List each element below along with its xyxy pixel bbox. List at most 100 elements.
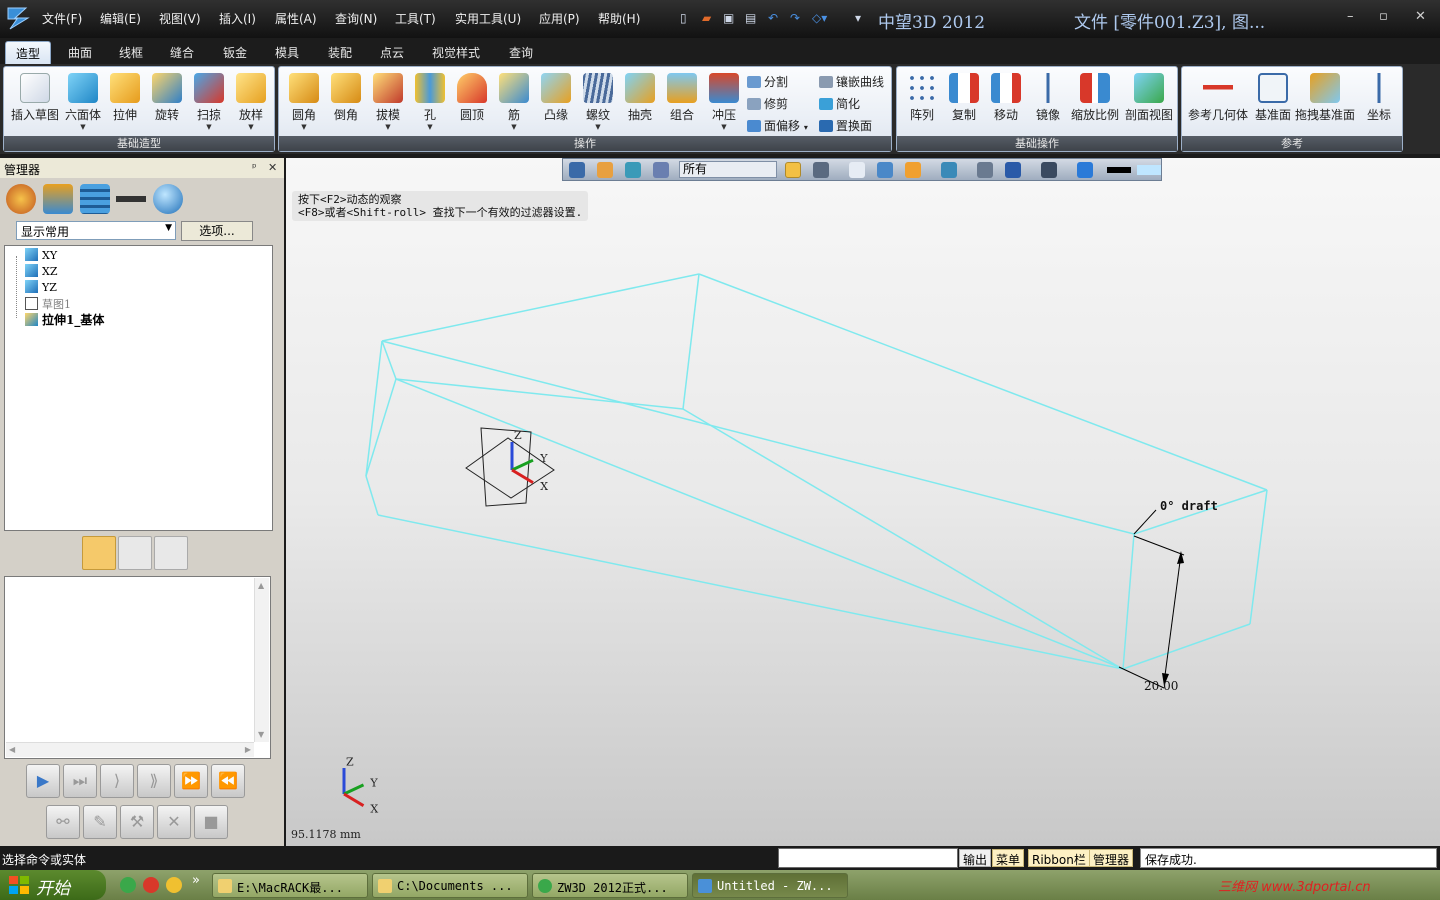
move-button[interactable]: 移动 (983, 73, 1029, 123)
layers-icon[interactable] (80, 184, 110, 214)
menu-inquire[interactable]: 查询(N) (335, 10, 377, 27)
fillet-button[interactable]: 圆角 ▼ (281, 73, 327, 131)
thread-button[interactable]: 螺纹 ▼ (575, 73, 621, 131)
coordinate-button[interactable]: 坐标 (1356, 73, 1402, 123)
reference-geometry-button[interactable]: 参考几何体 (1186, 73, 1250, 123)
options-button[interactable]: 选项... (181, 221, 253, 241)
rib-button[interactable]: 筋 ▼ (491, 73, 537, 131)
menu-edit[interactable]: 编辑(E) (100, 10, 141, 27)
browser-quicklaunch-icon[interactable] (120, 877, 136, 893)
rollback-button[interactable]: ⚒ (120, 805, 154, 839)
face-offset-button[interactable]: 面偏移 ▾ (747, 117, 808, 134)
view-cube-icon[interactable]: ◇▾ (812, 11, 827, 25)
display-icon[interactable] (1041, 162, 1057, 178)
view-cube-icon[interactable] (813, 162, 829, 178)
suppress-button[interactable]: ■ (194, 805, 228, 839)
customize-toolbar-icon[interactable]: ▾ (855, 11, 861, 25)
tab-sew[interactable]: 缝合 (170, 44, 194, 61)
zoom-fit-icon[interactable] (977, 162, 993, 178)
hierarchy-view-button[interactable] (154, 536, 188, 570)
box-view-icon[interactable] (849, 162, 865, 178)
tab-inquire[interactable]: 查询 (509, 44, 533, 61)
rewind-button[interactable]: ⏪ (211, 764, 245, 798)
snap-icon[interactable] (1077, 162, 1093, 178)
menu-utilities[interactable]: 实用工具(U) (455, 10, 521, 27)
datum-plane-button[interactable]: 基准面 (1250, 73, 1296, 123)
lip-button[interactable]: 凸缘 (533, 73, 579, 123)
scroll-down-icon[interactable]: ▼ (258, 730, 264, 739)
history-view-button[interactable] (82, 536, 116, 570)
undo-icon[interactable]: ↶ (768, 11, 778, 25)
trim-button[interactable]: 修剪 (747, 95, 788, 112)
step-forward-button[interactable]: ⏭ (63, 764, 97, 798)
emboss-button[interactable]: 冲压 ▼ (701, 73, 747, 131)
palette-icon[interactable] (6, 184, 36, 214)
tool-quicklaunch-icon[interactable] (166, 877, 182, 893)
menu-help[interactable]: 帮助(H) (598, 10, 640, 27)
save-icon[interactable]: ▣ (723, 11, 734, 25)
section-icon[interactable] (1005, 162, 1021, 178)
vertical-scrollbar[interactable]: ▲ ▼ (254, 578, 269, 742)
shell-button[interactable]: 抽壳 (617, 73, 663, 123)
scroll-up-icon[interactable]: ▲ (258, 581, 264, 590)
tree-item-extrude[interactable]: 拉伸1_基体 (25, 311, 104, 328)
filter-icon[interactable] (653, 162, 669, 178)
stamp-icon[interactable] (43, 184, 73, 214)
tab-sheetmetal[interactable]: 钣金 (223, 44, 247, 61)
menu-attribute[interactable]: 属性(A) (275, 10, 317, 27)
3d-viewport[interactable]: 0° draft 20.00 Z Y X Z Y X 所有 按下<F2>动态的观察 <F8>或… (286, 158, 1440, 846)
task-zw3d-untitled[interactable]: Untitled - ZW... (692, 873, 848, 898)
line-color-swatch[interactable] (1107, 167, 1131, 173)
combine-button[interactable]: 组合 (659, 73, 705, 123)
play-button[interactable]: ▶ (26, 764, 60, 798)
split-button[interactable]: 分割 (747, 73, 788, 90)
step-over-button[interactable]: ⟫ (137, 764, 171, 798)
scroll-left-icon[interactable]: ◀ (9, 745, 15, 754)
print-icon[interactable]: ▤ (745, 11, 756, 25)
menu-view[interactable]: 视图(V) (159, 10, 201, 27)
tree-item-xy[interactable]: XY (25, 248, 57, 262)
fast-forward-button[interactable]: ⏩ (174, 764, 208, 798)
command-input[interactable] (778, 848, 958, 868)
zw3d-logo-icon[interactable] (6, 5, 30, 31)
background-color-swatch[interactable] (1137, 165, 1161, 175)
task-explorer-documents[interactable]: C:\Documents ... (372, 873, 528, 898)
extrude-button[interactable]: 拉伸 (102, 73, 148, 123)
scale-button[interactable]: 缩放比例 (1067, 73, 1123, 123)
tree-item-yz[interactable]: YZ (25, 280, 57, 294)
start-button[interactable]: 开始 (0, 870, 106, 900)
status-tab-ribbon[interactable]: Ribbon栏 (1028, 849, 1090, 867)
tree-item-xz[interactable]: XZ (25, 264, 57, 278)
tree-item-sketch[interactable]: 草图1 (25, 296, 71, 312)
task-browser-zw3d[interactable]: ZW3D 2012正式... (532, 873, 688, 898)
redo-icon[interactable]: ↷ (790, 11, 800, 25)
new-file-icon[interactable]: ▯ (680, 11, 687, 25)
section-view-button[interactable]: 剖面视图 (1123, 73, 1175, 123)
dome-button[interactable]: 圆顶 (449, 73, 495, 123)
render-icon[interactable] (905, 162, 921, 178)
mirror-button[interactable]: 镜像 (1025, 73, 1071, 123)
task-explorer-macrack[interactable]: E:\MacRACK最... (212, 873, 368, 898)
sweep-button[interactable]: 扫掠 ▼ (186, 73, 232, 131)
close-button[interactable]: ✕ (1415, 9, 1426, 24)
horizontal-scrollbar[interactable]: ◀ ▶ (6, 742, 254, 757)
pin-icon[interactable]: ᵖ (252, 161, 257, 174)
menu-tools[interactable]: 工具(T) (395, 10, 436, 27)
menu-insert[interactable]: 插入(I) (219, 10, 256, 27)
block-button[interactable]: 六面体 ▼ (60, 73, 106, 131)
materials-icon[interactable] (877, 162, 893, 178)
menu-file[interactable]: 文件(F) (42, 10, 82, 27)
hole-button[interactable]: 孔 ▼ (407, 73, 453, 131)
shaded-view-icon[interactable] (785, 162, 801, 178)
lighting-icon[interactable] (941, 162, 957, 178)
draft-button[interactable]: 拔模 ▼ (365, 73, 411, 131)
minimize-button[interactable]: – (1347, 9, 1354, 24)
tab-surface[interactable]: 曲面 (68, 44, 92, 61)
chamfer-button[interactable]: 倒角 (323, 73, 369, 123)
pick-mode-icon[interactable] (569, 162, 585, 178)
replace-face-button[interactable]: 置换面 (819, 117, 872, 134)
drag-datum-plane-button[interactable]: 拖拽基准面 (1294, 73, 1356, 123)
close-icon[interactable]: ✕ (268, 161, 277, 174)
copy-button[interactable]: 复制 (941, 73, 987, 123)
pick-filter-select[interactable]: 所有 (679, 161, 777, 178)
